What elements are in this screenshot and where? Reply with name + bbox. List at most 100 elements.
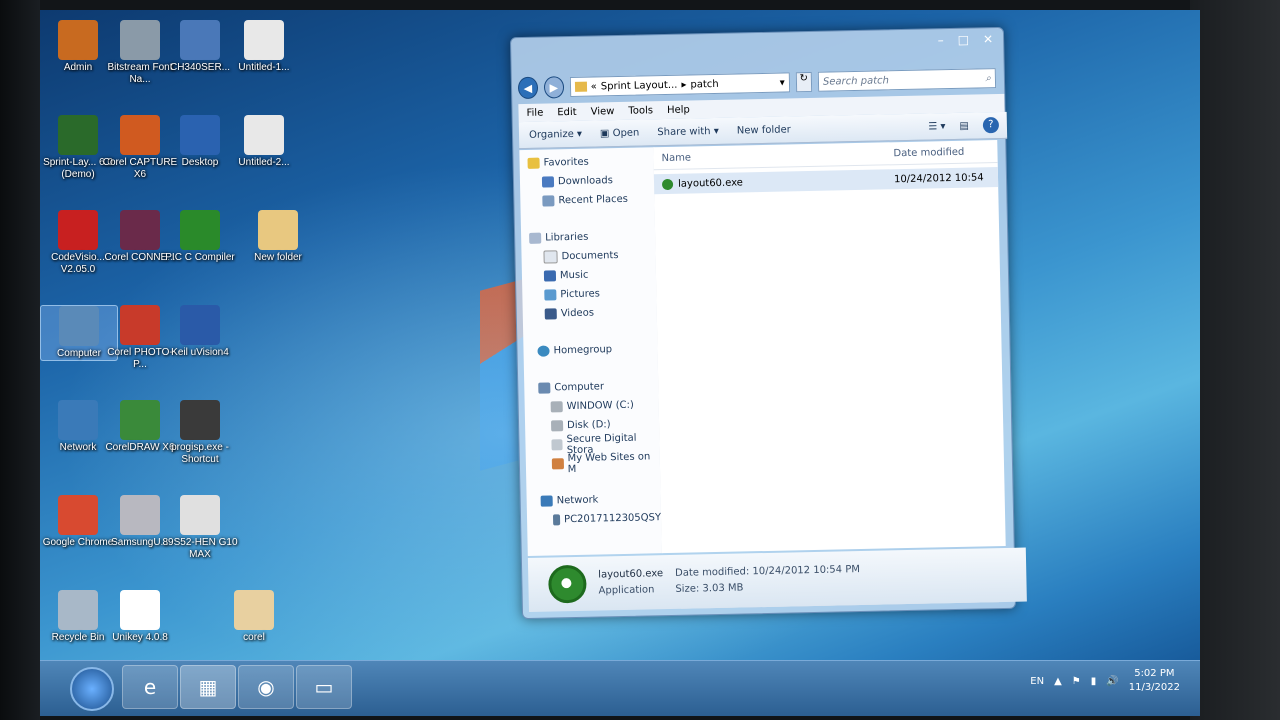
desktop-icon-untitled-1[interactable]: Untitled-1... [226,20,302,74]
documents-icon [543,250,558,264]
desktop: Admin Sprint-Lay... 6.0 (Demo) CodeVisio..… [40,10,1200,715]
chip-icon [180,400,220,440]
unikey-icon [120,590,160,630]
folder-icon [574,81,587,92]
file-date: 10/24/2012 10:54 [893,171,984,185]
nav-homegroup[interactable]: Homegroup [523,339,657,361]
nav-recent-places[interactable]: Recent Places [520,189,654,211]
desktop-icon-label: PIC C Compiler [165,252,235,263]
preview-pane-icon[interactable]: ▤ [959,120,969,131]
refresh-icon[interactable]: ↻ [795,71,813,93]
internet-explorer-taskbar-icon[interactable]: e [122,665,178,709]
desktop-icon-untitled-2[interactable]: Untitled-2... [226,115,302,169]
tray-expand-icon[interactable]: ▲ [1054,676,1062,687]
open-button[interactable]: ▣ Open [600,127,640,139]
videos-icon [544,308,557,320]
desktop-icon-unikey-4-0-8[interactable]: Unikey 4.0.8 [102,590,178,644]
menu-help[interactable]: Help [667,104,690,115]
breadcrumb[interactable]: « Sprint Layout... ▸ patch ▾ [569,72,790,97]
nav-network-pc[interactable]: PC2017112305QSY [527,508,661,530]
minimize-button[interactable]: – [938,33,944,47]
monitor-bezel-left [0,0,40,720]
image-file-icon [180,495,220,535]
menu-tools[interactable]: Tools [628,105,653,117]
action-center-icon[interactable]: ⚑ [1072,676,1081,687]
file-row[interactable]: layout60.exe 10/24/2012 10:54 [653,167,999,195]
open-label: Open [612,127,640,139]
nav-my-web-sites[interactable]: My Web Sites on M [526,450,660,475]
desktop-icon-keil-uvision4[interactable]: Keil uVision4 [162,305,238,359]
menu-file[interactable]: File [526,107,543,118]
maximize-button[interactable]: □ [958,33,970,47]
pictures-icon [544,289,557,301]
explorer-window[interactable]: – □ ✕ ◀ ▶ « Sprint Layout... ▸ patch ▾ ↻… [509,26,1027,620]
web-sites-icon [551,458,564,470]
desktop-icon-pic-c-compiler[interactable]: PIC C Compiler [162,210,238,264]
language-indicator[interactable]: EN [1030,676,1044,687]
window-taskbar-icon[interactable]: ▭ [296,665,352,709]
help-icon[interactable]: ? [982,117,1000,134]
new-folder-button[interactable]: New folder [737,124,791,136]
desktop-icon-label: progisp.exe - Shortcut [171,442,229,465]
computer-icon [538,382,551,394]
forward-button[interactable]: ▶ [543,76,564,99]
breadcrumb-overflow[interactable]: « [591,81,597,92]
menu-edit[interactable]: Edit [557,106,577,117]
search-input[interactable]: Search patch ⌕ [817,68,997,92]
chrome-taskbar-icon[interactable]: ◉ [238,665,294,709]
file-explorer-taskbar-icon[interactable]: ▦ [180,665,236,709]
explorer-titlebar[interactable]: – □ ✕ [511,28,1004,68]
network-status-icon[interactable]: ▮ [1091,676,1097,687]
desktop-icon [180,115,220,155]
coreldraw-icon [120,400,160,440]
desktop-icon-label: 89S52-HEN G10 MAX [162,537,238,560]
application-large-icon [548,564,587,604]
nav-network-pc-label: PC2017112305QSY [563,512,662,526]
file-list: Name Date modified layout60.exe 10/24/20… [653,140,1006,554]
share-with-button[interactable]: Share with ▾ [657,125,719,137]
recycle-bin-icon [58,590,98,630]
codevision-icon [58,210,98,250]
music-icon [543,270,557,282]
desktop-icon-label: Keil uVision4 [171,347,229,358]
search-icon[interactable]: ⌕ [985,73,991,84]
document-icon [244,20,284,60]
menu-view[interactable]: View [591,106,615,117]
nav-network-label: Network [556,494,599,507]
breadcrumb-current[interactable]: patch [690,78,718,90]
details-size-label: Size: [675,583,700,595]
nav-my-web-sites-label: My Web Sites on M [567,450,651,475]
desktop-icon-progisp-exe-shortcut[interactable]: progisp.exe - Shortcut [162,400,238,466]
desktop-icon-89s52-hen-g10-max[interactable]: 89S52-HEN G10 MAX [162,495,238,561]
close-button[interactable]: ✕ [983,32,993,46]
volume-icon[interactable]: 🔊 [1106,676,1118,687]
start-button[interactable] [70,667,114,711]
desktop-icon-label: corel [243,632,265,643]
pc-icon [552,514,561,526]
column-date-modified[interactable]: Date modified [893,146,964,158]
desktop-icon-corel[interactable]: corel [216,590,292,644]
homegroup-icon [537,345,550,357]
desktop-icon-label: Unikey 4.0.8 [112,632,168,643]
taskbar: e ▦ ◉ ▭ EN ▲ ⚑ ▮ 🔊 5:02 PM 11/3/2022 [40,660,1200,716]
breadcrumb-separator[interactable]: ▸ [681,79,686,90]
desktop-icon-label: Untitled-1... [238,62,290,73]
nav-videos[interactable]: Videos [523,302,657,324]
view-options-icon[interactable]: ☰ ▾ [928,121,945,132]
desktop-icon-new-folder[interactable]: New folder [240,210,316,264]
camera-icon [120,305,160,345]
breadcrumb-parent[interactable]: Sprint Layout... [601,79,678,92]
organize-button[interactable]: Organize ▾ [529,128,582,140]
recent-places-icon [542,195,555,207]
back-button[interactable]: ◀ [517,76,539,100]
clock[interactable]: 5:02 PM 11/3/2022 [1129,667,1180,695]
chrome-icon [58,495,98,535]
chevron-down-icon[interactable]: ▾ [780,77,785,88]
column-name[interactable]: Name [661,152,691,164]
document-icon [244,115,284,155]
drive-icon [550,401,563,413]
desktop-icon-label: New folder [254,252,302,263]
system-tray: EN ▲ ⚑ ▮ 🔊 5:02 PM 11/3/2022 [1030,667,1180,695]
nav-documents-label: Documents [561,250,619,263]
nav-music-label: Music [559,269,589,282]
